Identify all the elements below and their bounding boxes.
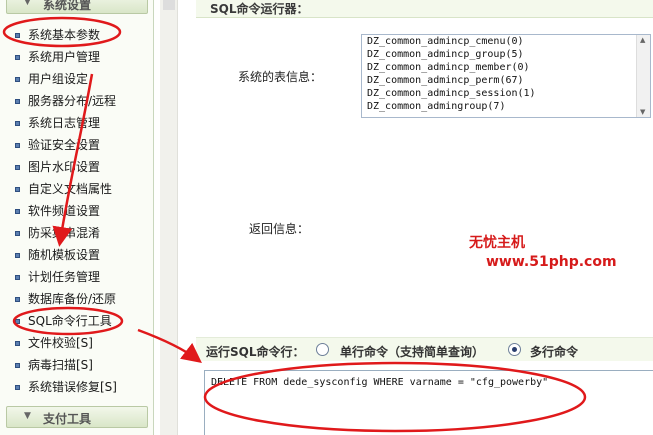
watermark-title: 无忧主机 bbox=[469, 235, 525, 251]
frame-scrollbar[interactable] bbox=[160, 0, 178, 435]
sidebar-item[interactable]: 系统基本参数 bbox=[0, 24, 154, 46]
sql-mode-row: 运行SQL命令行： 单行命令（支持简单查询） 多行命令 bbox=[196, 337, 653, 361]
bullet-icon bbox=[15, 55, 20, 60]
sidebar-item-label: 病毒扫描[S] bbox=[28, 358, 93, 372]
sidebar-item[interactable]: 系统用户管理 bbox=[0, 46, 154, 68]
sidebar-item[interactable]: 随机模板设置 bbox=[0, 244, 154, 266]
sidebar-item-label: 随机模板设置 bbox=[28, 248, 101, 262]
sidebar-item[interactable]: 服务器分布/远程 bbox=[0, 90, 154, 112]
table-list-box[interactable]: DZ_common_admincp_cmenu(0) DZ_common_admi… bbox=[361, 34, 651, 118]
sql-command-input[interactable]: DELETE FROM dede_sysconfig WHERE varname… bbox=[204, 370, 653, 435]
sidebar-menu: 系统基本参数 系统用户管理 用户组设定服务器分布/远程 系统日志管理 验证安全设置 图片水… bbox=[0, 24, 154, 398]
bullet-icon bbox=[15, 77, 20, 82]
sidebar-item-label: 图片水印设置 bbox=[28, 160, 101, 174]
bullet-icon bbox=[15, 187, 20, 192]
table-info-label: 系统的表信息： bbox=[238, 70, 323, 84]
chevron-down-icon: ▼ bbox=[24, 0, 31, 7]
bullet-icon bbox=[15, 341, 20, 346]
table-option[interactable]: DZ_common_admincp_member(0) bbox=[362, 61, 650, 74]
sidebar-item-label: 防采集串混淆 bbox=[28, 226, 101, 240]
page-title: SQL命令运行器： bbox=[210, 2, 309, 16]
sidebar-item[interactable]: 数据库备份/还原 bbox=[0, 288, 154, 310]
return-info-label: 返回信息： bbox=[249, 222, 310, 236]
main-panel: SQL命令运行器： 系统的表信息： DZ_common_admincp_cmen… bbox=[196, 0, 653, 435]
sidebar-item[interactable]: 自定义文档属性 bbox=[0, 178, 154, 200]
scroll-up-icon[interactable]: ▲ bbox=[640, 36, 645, 44]
table-option[interactable]: DZ_common_admingroup(7) bbox=[362, 100, 650, 113]
sidebar-item[interactable]: 用户组设定 bbox=[0, 68, 154, 90]
bullet-icon bbox=[15, 143, 20, 148]
table-option[interactable]: DZ_common_admincp_session(1) bbox=[362, 87, 650, 100]
bullet-icon bbox=[15, 99, 20, 104]
sidebar-item-label: 服务器分布/远程 bbox=[28, 94, 117, 108]
table-option[interactable]: DZ_common_admincp_perm(67) bbox=[362, 74, 650, 87]
bullet-icon bbox=[15, 33, 20, 38]
scrollbar-thumb[interactable] bbox=[163, 0, 175, 10]
radio-single-line-label[interactable]: 单行命令（支持简单查询） bbox=[340, 343, 484, 360]
sidebar-item-label: 计划任务管理 bbox=[28, 270, 101, 284]
sidebar-item-label: 用户组设定 bbox=[28, 72, 89, 86]
bullet-icon bbox=[15, 297, 20, 302]
table-options: DZ_common_admincp_cmenu(0) DZ_common_admi… bbox=[362, 35, 650, 113]
sidebar-item-label: 数据库备份/还原 bbox=[28, 292, 117, 306]
radio-multi-line[interactable] bbox=[508, 343, 521, 356]
chevron-down-icon: ▼ bbox=[24, 411, 31, 421]
sidebar-item-label: 文件校验[S] bbox=[28, 336, 93, 350]
sidebar-item[interactable]: 图片水印设置 bbox=[0, 156, 154, 178]
sidebar-item[interactable]: 软件频道设置 bbox=[0, 200, 154, 222]
bullet-icon bbox=[15, 385, 20, 390]
sidebar-header-title: 支付工具 bbox=[43, 412, 92, 426]
sidebar-item[interactable]: 系统错误修复[S] bbox=[0, 376, 154, 398]
sidebar-header-settings[interactable]: ▼ 系统设置 bbox=[6, 0, 148, 14]
bullet-icon bbox=[15, 209, 20, 214]
sidebar-item[interactable]: SQL命令行工具 bbox=[0, 310, 154, 332]
table-option[interactable]: DZ_common_admincp_cmenu(0) bbox=[362, 35, 650, 48]
sidebar-item-label: 验证安全设置 bbox=[28, 138, 101, 152]
sidebar-item-label: 自定义文档属性 bbox=[28, 182, 113, 196]
bullet-icon bbox=[15, 275, 20, 280]
sidebar-item-label: SQL命令行工具 bbox=[28, 314, 112, 328]
run-sql-label: 运行SQL命令行： bbox=[206, 345, 305, 359]
scroll-down-icon[interactable]: ▼ bbox=[640, 108, 645, 116]
radio-multi-line-label[interactable]: 多行命令 bbox=[530, 343, 578, 360]
sidebar-item[interactable]: 计划任务管理 bbox=[0, 266, 154, 288]
bullet-icon bbox=[15, 121, 20, 126]
sidebar-item[interactable]: 病毒扫描[S] bbox=[0, 354, 154, 376]
bullet-icon bbox=[15, 319, 20, 324]
sidebar-item[interactable]: 防采集串混淆 bbox=[0, 222, 154, 244]
sidebar-item[interactable]: 文件校验[S] bbox=[0, 332, 154, 354]
sidebar-header-title: 系统设置 bbox=[43, 0, 92, 12]
sidebar-item-label: 系统用户管理 bbox=[28, 50, 101, 64]
table-option[interactable]: DZ_common_admincp_group(5) bbox=[362, 48, 650, 61]
bullet-icon bbox=[15, 363, 20, 368]
bullet-icon bbox=[15, 253, 20, 258]
sidebar-item-label: 系统日志管理 bbox=[28, 116, 101, 130]
panel-title-bar: SQL命令运行器： bbox=[196, 0, 653, 18]
bullet-icon bbox=[15, 165, 20, 170]
sidebar-item-label: 系统错误修复[S] bbox=[28, 380, 117, 394]
list-scrollbar[interactable]: ▲ ▼ bbox=[636, 35, 650, 117]
sidebar: ▼ 系统设置 系统基本参数 系统用户管理 用户组设定服务器分布/远程 系统日志管理 验证… bbox=[0, 0, 154, 435]
bullet-icon bbox=[15, 231, 20, 236]
sidebar-item-label: 系统基本参数 bbox=[28, 28, 101, 42]
sidebar-item[interactable]: 验证安全设置 bbox=[0, 134, 154, 156]
sidebar-item[interactable]: 系统日志管理 bbox=[0, 112, 154, 134]
radio-single-line[interactable] bbox=[316, 343, 329, 356]
sidebar-header-pay[interactable]: ▼ 支付工具 bbox=[6, 406, 148, 428]
sidebar-item-label: 软件频道设置 bbox=[28, 204, 101, 218]
watermark-url: www.51php.com bbox=[486, 254, 617, 270]
